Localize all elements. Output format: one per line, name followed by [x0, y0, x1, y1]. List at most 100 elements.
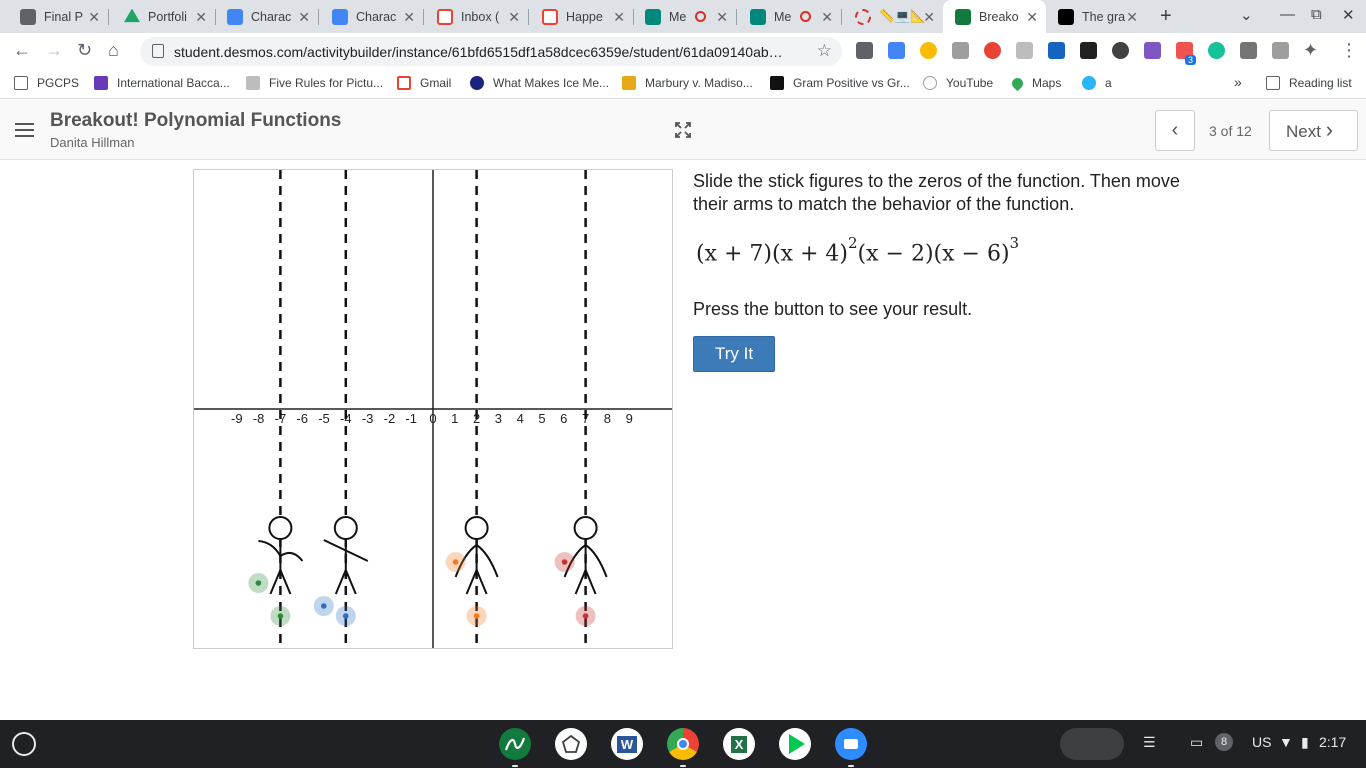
- graph-panel[interactable]: -9-8-7-6-5-4-3-2-10123456789: [193, 169, 673, 649]
- wifi-icon[interactable]: ▼: [1279, 734, 1293, 750]
- edge-icon: [1082, 76, 1096, 90]
- address-bar[interactable]: student.desmos.com/activitybuilder/insta…: [140, 37, 842, 66]
- reading-list-icon: [1266, 76, 1280, 90]
- close-window-icon[interactable]: ✕: [1342, 6, 1355, 24]
- restore-icon[interactable]: ⧉: [1311, 6, 1322, 23]
- notification-count[interactable]: 8: [1215, 733, 1233, 751]
- bookmark-maps[interactable]: Maps: [1009, 75, 1061, 91]
- play-store-icon[interactable]: [779, 728, 811, 760]
- clipboard-previews[interactable]: [1060, 728, 1124, 760]
- x-tick-label: 9: [626, 411, 633, 426]
- qr-code-icon[interactable]: [1080, 42, 1097, 59]
- menu-icon[interactable]: ⋮: [1340, 40, 1358, 61]
- close-icon[interactable]: ✕: [508, 9, 520, 26]
- excel-icon[interactable]: X: [723, 728, 755, 760]
- desmos-icon[interactable]: [499, 728, 531, 760]
- previous-button[interactable]: ‹: [1155, 110, 1195, 151]
- back-icon[interactable]: ←: [13, 40, 31, 61]
- figure-orange-right-arm: [476, 544, 499, 578]
- bookmark-label: Gmail: [420, 76, 452, 90]
- settings-icon[interactable]: [555, 728, 587, 760]
- graph-canvas[interactable]: -9-8-7-6-5-4-3-2-10123456789: [194, 170, 672, 648]
- tab-meet-1[interactable]: Me ✕: [633, 0, 737, 33]
- word-icon[interactable]: W: [611, 728, 643, 760]
- bookmark-ice[interactable]: What Makes Ice Me...: [470, 76, 609, 90]
- tab-final[interactable]: Final P ✕: [8, 0, 109, 33]
- kanji-icon[interactable]: [1048, 42, 1065, 59]
- zoom-icon[interactable]: [835, 728, 867, 760]
- minimize-icon[interactable]: —: [1280, 6, 1295, 23]
- tab-happen[interactable]: Happe ✕: [530, 0, 634, 33]
- new-tab-icon[interactable]: +: [1160, 5, 1172, 28]
- bookmark-pgcps[interactable]: PGCPS: [14, 76, 79, 90]
- bookmark-youtube[interactable]: YouTube: [923, 76, 993, 90]
- chevron-right-icon: ›: [1325, 117, 1334, 142]
- close-icon[interactable]: ✕: [1026, 9, 1038, 26]
- tab-charac-2[interactable]: Charac ✕: [320, 0, 424, 33]
- extension-icon[interactable]: [1016, 42, 1033, 59]
- tab-portfolio[interactable]: Portfoli ✕: [112, 0, 216, 33]
- apps-icon[interactable]: [984, 42, 1001, 59]
- extension-icon[interactable]: [1112, 42, 1129, 59]
- extension-icon[interactable]: [952, 42, 969, 59]
- close-icon[interactable]: ✕: [613, 9, 625, 26]
- forward-icon[interactable]: →: [45, 40, 63, 61]
- browser-toolbar: ← → ↻ ⌂ student.desmos.com/activitybuild…: [0, 33, 1366, 69]
- home-icon[interactable]: ⌂: [108, 40, 119, 61]
- close-icon[interactable]: ✕: [195, 9, 207, 26]
- extension-icon[interactable]: [1144, 42, 1161, 59]
- launcher-icon[interactable]: [12, 732, 36, 756]
- x-tick-label: 4: [517, 411, 524, 426]
- bookmark-star-icon[interactable]: ☆: [817, 41, 832, 61]
- site-info-icon[interactable]: [152, 44, 164, 58]
- fullscreen-icon[interactable]: [675, 122, 691, 138]
- close-icon[interactable]: ✕: [821, 9, 833, 26]
- next-button[interactable]: Next ›: [1269, 110, 1358, 151]
- extension-icon[interactable]: [1272, 42, 1289, 59]
- close-icon[interactable]: ✕: [1126, 9, 1138, 26]
- tab-inbox[interactable]: Inbox ( ✕: [425, 0, 529, 33]
- translate-icon[interactable]: [888, 42, 905, 59]
- extension-icon[interactable]: [1240, 42, 1257, 59]
- chrome-icon[interactable]: [667, 728, 699, 760]
- close-icon[interactable]: ✕: [716, 9, 728, 26]
- battery-icon[interactable]: ▮: [1301, 734, 1309, 751]
- reload-icon[interactable]: ↻: [77, 40, 92, 61]
- gmail-icon: [542, 8, 558, 25]
- hamburger-menu-icon[interactable]: [15, 123, 34, 141]
- extension-icon[interactable]: [856, 42, 873, 59]
- tab-breakout[interactable]: Breako ✕: [943, 0, 1046, 33]
- tab-emoji[interactable]: 📏💻📐 ✕: [843, 0, 943, 33]
- tab-label: Happe: [566, 9, 603, 24]
- locale[interactable]: US: [1252, 734, 1271, 750]
- bookmark-ib[interactable]: International Bacca...: [94, 76, 230, 90]
- figure-orange-right-leg: [475, 569, 488, 595]
- reading-list[interactable]: Reading list: [1266, 76, 1352, 90]
- close-icon[interactable]: ✕: [88, 9, 100, 26]
- close-icon[interactable]: ✕: [403, 9, 415, 26]
- clipboard-icon[interactable]: ☰: [1143, 734, 1156, 751]
- reading-list-label: Reading list: [1289, 76, 1352, 90]
- extension-on-icon[interactable]: [920, 42, 937, 59]
- bookmark-five-rules[interactable]: Five Rules for Pictu...: [246, 76, 383, 90]
- tab-charac-1[interactable]: Charac ✕: [215, 0, 319, 33]
- bookmark-gmail[interactable]: Gmail: [397, 76, 451, 90]
- puzzle-icon[interactable]: ✦: [1303, 40, 1318, 61]
- factor: (x − 2): [857, 241, 934, 267]
- close-icon[interactable]: ✕: [298, 9, 310, 26]
- page-indicator: 3 of 12: [1209, 123, 1252, 139]
- try-it-button[interactable]: Try It: [693, 336, 775, 372]
- tab-the-gra[interactable]: The gra ✕: [1046, 0, 1146, 33]
- tab-search-icon[interactable]: ⌄: [1240, 6, 1253, 24]
- bookmark-a[interactable]: a: [1082, 76, 1112, 90]
- bookmark-marbury[interactable]: Marbury v. Madiso...: [622, 76, 753, 90]
- screen-capture-icon[interactable]: ▭: [1190, 734, 1203, 751]
- close-icon[interactable]: ✕: [923, 9, 935, 26]
- more-bookmarks[interactable]: »: [1234, 74, 1242, 90]
- gmail-icon: [437, 8, 453, 25]
- gmail-icon: [397, 76, 411, 90]
- tab-meet-2[interactable]: Me ✕: [738, 0, 842, 33]
- grammarly-icon[interactable]: [1208, 42, 1225, 59]
- bookmark-gram[interactable]: Gram Positive vs Gr...: [770, 76, 910, 90]
- clock[interactable]: 2:17: [1319, 734, 1346, 750]
